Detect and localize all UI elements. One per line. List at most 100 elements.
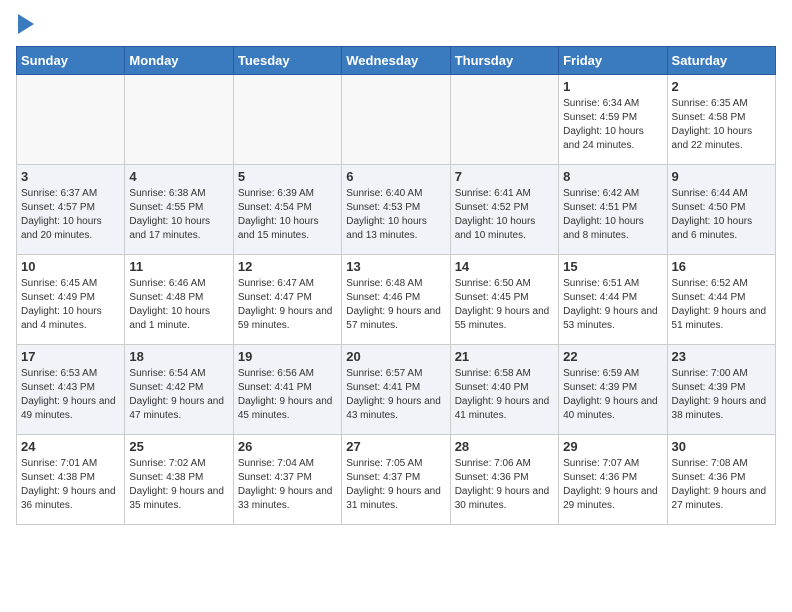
day-info: Sunrise: 7:04 AM Sunset: 4:37 PM Dayligh… bbox=[238, 457, 337, 513]
calendar-cell: 1 Sunrise: 6:34 AM Sunset: 4:59 PM Daylig… bbox=[559, 75, 667, 165]
calendar-cell: 23 Sunrise: 7:00 AM Sunset: 4:39 PM Dayli… bbox=[667, 345, 775, 435]
day-info: Sunrise: 7:08 AM Sunset: 4:36 PM Dayligh… bbox=[672, 457, 771, 513]
day-info: Sunrise: 6:57 AM Sunset: 4:41 PM Dayligh… bbox=[346, 367, 445, 423]
calendar-cell: 17 Sunrise: 6:53 AM Sunset: 4:43 PM Dayli… bbox=[17, 345, 125, 435]
week-row-3: 10 Sunrise: 6:45 AM Sunset: 4:49 PM Dayli… bbox=[17, 255, 776, 345]
day-info: Sunrise: 6:59 AM Sunset: 4:39 PM Dayligh… bbox=[563, 367, 662, 423]
logo bbox=[16, 16, 34, 34]
calendar-cell: 16 Sunrise: 6:52 AM Sunset: 4:44 PM Dayli… bbox=[667, 255, 775, 345]
calendar-cell: 6Sunrise: 6:40 AM Sunset: 4:53 PM Daylig… bbox=[342, 165, 450, 255]
day-info: Sunrise: 6:34 AM Sunset: 4:59 PM Dayligh… bbox=[563, 97, 662, 153]
day-info: Sunrise: 7:07 AM Sunset: 4:36 PM Dayligh… bbox=[563, 457, 662, 513]
calendar-cell: 26 Sunrise: 7:04 AM Sunset: 4:37 PM Dayli… bbox=[233, 435, 341, 525]
calendar-cell: 27Sunrise: 7:05 AM Sunset: 4:37 PM Dayli… bbox=[342, 435, 450, 525]
week-row-4: 17 Sunrise: 6:53 AM Sunset: 4:43 PM Dayli… bbox=[17, 345, 776, 435]
day-info: Sunrise: 6:46 AM Sunset: 4:48 PM Dayligh… bbox=[129, 277, 228, 333]
day-info: Sunrise: 6:44 AM Sunset: 4:50 PM Dayligh… bbox=[672, 187, 771, 243]
calendar-cell: 20 Sunrise: 6:57 AM Sunset: 4:41 PM Dayli… bbox=[342, 345, 450, 435]
week-row-1: 1 Sunrise: 6:34 AM Sunset: 4:59 PM Daylig… bbox=[17, 75, 776, 165]
day-number: 7 bbox=[455, 169, 554, 184]
day-info: Sunrise: 6:41 AM Sunset: 4:52 PM Dayligh… bbox=[455, 187, 554, 243]
calendar-cell bbox=[342, 75, 450, 165]
day-number: 9 bbox=[672, 169, 771, 184]
calendar-cell: 24 Sunrise: 7:01 AM Sunset: 4:38 PM Dayli… bbox=[17, 435, 125, 525]
day-number: 18 bbox=[129, 349, 228, 364]
calendar-cell bbox=[233, 75, 341, 165]
calendar-cell: 28 Sunrise: 7:06 AM Sunset: 4:36 PM Dayli… bbox=[450, 435, 558, 525]
day-header-monday: Monday bbox=[125, 47, 233, 75]
calendar-cell: 25 Sunrise: 7:02 AM Sunset: 4:38 PM Dayli… bbox=[125, 435, 233, 525]
day-number: 8 bbox=[563, 169, 662, 184]
day-number: 27 bbox=[346, 439, 445, 454]
day-number: 1 bbox=[563, 79, 662, 94]
day-number: 20 bbox=[346, 349, 445, 364]
calendar-cell: 5 Sunrise: 6:39 AM Sunset: 4:54 PM Daylig… bbox=[233, 165, 341, 255]
day-header-tuesday: Tuesday bbox=[233, 47, 341, 75]
calendar-cell: 7 Sunrise: 6:41 AM Sunset: 4:52 PM Daylig… bbox=[450, 165, 558, 255]
calendar-cell: 14 Sunrise: 6:50 AM Sunset: 4:45 PM Dayli… bbox=[450, 255, 558, 345]
calendar-cell: 22 Sunrise: 6:59 AM Sunset: 4:39 PM Dayli… bbox=[559, 345, 667, 435]
day-number: 28 bbox=[455, 439, 554, 454]
calendar-cell: 21 Sunrise: 6:58 AM Sunset: 4:40 PM Dayli… bbox=[450, 345, 558, 435]
day-info: Sunrise: 6:38 AM Sunset: 4:55 PM Dayligh… bbox=[129, 187, 228, 243]
calendar-cell: 13Sunrise: 6:48 AM Sunset: 4:46 PM Dayli… bbox=[342, 255, 450, 345]
day-info: Sunrise: 6:35 AM Sunset: 4:58 PM Dayligh… bbox=[672, 97, 771, 153]
day-header-friday: Friday bbox=[559, 47, 667, 75]
day-info: Sunrise: 6:37 AM Sunset: 4:57 PM Dayligh… bbox=[21, 187, 120, 243]
day-info: Sunrise: 6:54 AM Sunset: 4:42 PM Dayligh… bbox=[129, 367, 228, 423]
day-number: 21 bbox=[455, 349, 554, 364]
day-number: 23 bbox=[672, 349, 771, 364]
day-number: 25 bbox=[129, 439, 228, 454]
week-row-2: 3 Sunrise: 6:37 AM Sunset: 4:57 PM Daylig… bbox=[17, 165, 776, 255]
calendar-cell: 4 Sunrise: 6:38 AM Sunset: 4:55 PM Daylig… bbox=[125, 165, 233, 255]
day-info: Sunrise: 6:47 AM Sunset: 4:47 PM Dayligh… bbox=[238, 277, 337, 333]
calendar-cell: 2 Sunrise: 6:35 AM Sunset: 4:58 PM Daylig… bbox=[667, 75, 775, 165]
header bbox=[16, 16, 776, 34]
day-number: 3 bbox=[21, 169, 120, 184]
day-info: Sunrise: 6:58 AM Sunset: 4:40 PM Dayligh… bbox=[455, 367, 554, 423]
day-info: Sunrise: 6:52 AM Sunset: 4:44 PM Dayligh… bbox=[672, 277, 771, 333]
day-number: 17 bbox=[21, 349, 120, 364]
calendar-cell: 15Sunrise: 6:51 AM Sunset: 4:44 PM Dayli… bbox=[559, 255, 667, 345]
calendar-cell: 11 Sunrise: 6:46 AM Sunset: 4:48 PM Dayli… bbox=[125, 255, 233, 345]
day-number: 5 bbox=[238, 169, 337, 184]
day-headers-row: SundayMondayTuesdayWednesdayThursdayFrid… bbox=[17, 47, 776, 75]
day-info: Sunrise: 6:56 AM Sunset: 4:41 PM Dayligh… bbox=[238, 367, 337, 423]
day-number: 16 bbox=[672, 259, 771, 274]
day-info: Sunrise: 7:00 AM Sunset: 4:39 PM Dayligh… bbox=[672, 367, 771, 423]
calendar-cell bbox=[450, 75, 558, 165]
calendar-cell: 8Sunrise: 6:42 AM Sunset: 4:51 PM Daylig… bbox=[559, 165, 667, 255]
day-info: Sunrise: 6:45 AM Sunset: 4:49 PM Dayligh… bbox=[21, 277, 120, 333]
day-info: Sunrise: 6:53 AM Sunset: 4:43 PM Dayligh… bbox=[21, 367, 120, 423]
day-number: 2 bbox=[672, 79, 771, 94]
day-info: Sunrise: 6:50 AM Sunset: 4:45 PM Dayligh… bbox=[455, 277, 554, 333]
calendar-cell: 19 Sunrise: 6:56 AM Sunset: 4:41 PM Dayli… bbox=[233, 345, 341, 435]
calendar-cell bbox=[17, 75, 125, 165]
day-number: 26 bbox=[238, 439, 337, 454]
day-info: Sunrise: 7:02 AM Sunset: 4:38 PM Dayligh… bbox=[129, 457, 228, 513]
day-number: 22 bbox=[563, 349, 662, 364]
day-number: 6 bbox=[346, 169, 445, 184]
day-number: 12 bbox=[238, 259, 337, 274]
day-number: 14 bbox=[455, 259, 554, 274]
calendar-table: SundayMondayTuesdayWednesdayThursdayFrid… bbox=[16, 46, 776, 525]
day-number: 10 bbox=[21, 259, 120, 274]
day-number: 24 bbox=[21, 439, 120, 454]
logo-arrow-icon bbox=[18, 14, 34, 34]
calendar-cell bbox=[125, 75, 233, 165]
calendar-cell: 10 Sunrise: 6:45 AM Sunset: 4:49 PM Dayli… bbox=[17, 255, 125, 345]
day-info: Sunrise: 7:06 AM Sunset: 4:36 PM Dayligh… bbox=[455, 457, 554, 513]
calendar-cell: 18 Sunrise: 6:54 AM Sunset: 4:42 PM Dayli… bbox=[125, 345, 233, 435]
day-info: Sunrise: 7:01 AM Sunset: 4:38 PM Dayligh… bbox=[21, 457, 120, 513]
calendar-cell: 12 Sunrise: 6:47 AM Sunset: 4:47 PM Dayli… bbox=[233, 255, 341, 345]
day-header-wednesday: Wednesday bbox=[342, 47, 450, 75]
day-number: 29 bbox=[563, 439, 662, 454]
day-number: 4 bbox=[129, 169, 228, 184]
calendar-cell: 30 Sunrise: 7:08 AM Sunset: 4:36 PM Dayli… bbox=[667, 435, 775, 525]
day-info: Sunrise: 6:39 AM Sunset: 4:54 PM Dayligh… bbox=[238, 187, 337, 243]
day-number: 19 bbox=[238, 349, 337, 364]
day-header-sunday: Sunday bbox=[17, 47, 125, 75]
day-info: Sunrise: 6:51 AM Sunset: 4:44 PM Dayligh… bbox=[563, 277, 662, 333]
day-number: 11 bbox=[129, 259, 228, 274]
day-number: 30 bbox=[672, 439, 771, 454]
